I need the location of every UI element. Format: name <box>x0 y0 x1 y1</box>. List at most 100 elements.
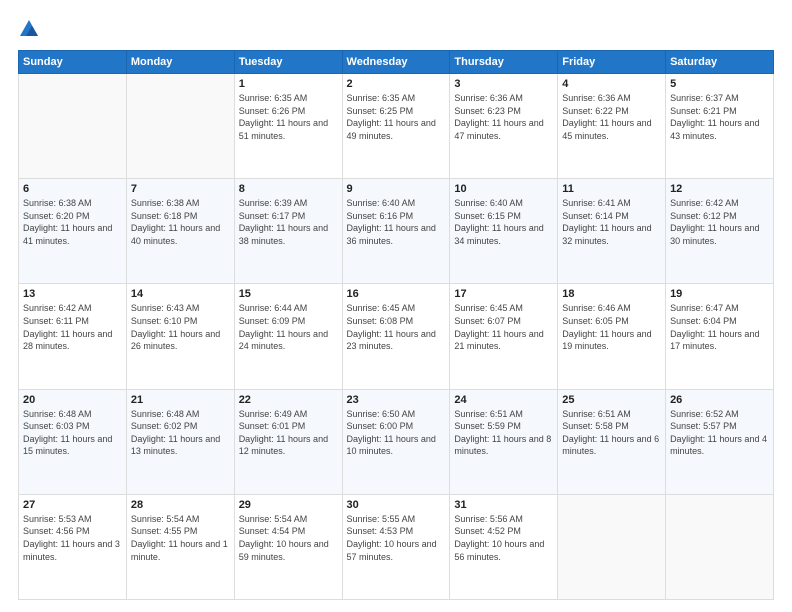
day-info: Sunrise: 6:44 AMSunset: 6:09 PMDaylight:… <box>239 302 338 352</box>
day-number: 11 <box>562 183 661 195</box>
day-info: Sunrise: 6:41 AMSunset: 6:14 PMDaylight:… <box>562 197 661 247</box>
day-number: 2 <box>347 78 446 90</box>
page: Sunday Monday Tuesday Wednesday Thursday… <box>0 0 792 612</box>
day-number: 31 <box>454 499 553 511</box>
calendar-cell: 27 Sunrise: 5:53 AMSunset: 4:56 PMDayligh… <box>19 494 127 599</box>
day-number: 12 <box>670 183 769 195</box>
calendar-body: 1 Sunrise: 6:35 AMSunset: 6:26 PMDaylight… <box>19 74 774 600</box>
day-number: 16 <box>347 288 446 300</box>
calendar-cell: 15 Sunrise: 6:44 AMSunset: 6:09 PMDayligh… <box>234 284 342 389</box>
col-friday: Friday <box>558 51 666 74</box>
calendar-cell: 14Sunrise: 6:43 AMSunset: 6:10 PMDayligh… <box>126 284 234 389</box>
calendar-cell: 20 Sunrise: 6:48 AMSunset: 6:03 PMDayligh… <box>19 389 127 494</box>
day-info: Sunrise: 6:35 AMSunset: 6:25 PMDaylight:… <box>347 92 446 142</box>
calendar-cell: 22 Sunrise: 6:49 AMSunset: 6:01 PMDayligh… <box>234 389 342 494</box>
calendar-cell: 11 Sunrise: 6:41 AMSunset: 6:14 PMDayligh… <box>558 179 666 284</box>
day-number: 25 <box>562 394 661 406</box>
calendar-cell: 8Sunrise: 6:39 AMSunset: 6:17 PMDaylight… <box>234 179 342 284</box>
calendar-cell: 18 Sunrise: 6:46 AMSunset: 6:05 PMDayligh… <box>558 284 666 389</box>
day-info: Sunrise: 5:54 AMSunset: 4:55 PMDaylight:… <box>131 513 230 563</box>
day-info: Sunrise: 6:37 AMSunset: 6:21 PMDaylight:… <box>670 92 769 142</box>
day-number: 9 <box>347 183 446 195</box>
calendar-cell: 16 Sunrise: 6:45 AMSunset: 6:08 PMDayligh… <box>342 284 450 389</box>
day-number: 18 <box>562 288 661 300</box>
header-row: Sunday Monday Tuesday Wednesday Thursday… <box>19 51 774 74</box>
day-number: 4 <box>562 78 661 90</box>
col-wednesday: Wednesday <box>342 51 450 74</box>
calendar-cell: 21Sunrise: 6:48 AMSunset: 6:02 PMDayligh… <box>126 389 234 494</box>
calendar-cell: 17Sunrise: 6:45 AMSunset: 6:07 PMDayligh… <box>450 284 558 389</box>
day-info: Sunrise: 6:48 AMSunset: 6:03 PMDaylight:… <box>23 408 122 458</box>
calendar-week-1: 1 Sunrise: 6:35 AMSunset: 6:26 PMDaylight… <box>19 74 774 179</box>
day-number: 28 <box>131 499 230 511</box>
day-info: Sunrise: 6:50 AMSunset: 6:00 PMDaylight:… <box>347 408 446 458</box>
day-number: 1 <box>239 78 338 90</box>
day-info: Sunrise: 5:55 AMSunset: 4:53 PMDaylight:… <box>347 513 446 563</box>
col-saturday: Saturday <box>666 51 774 74</box>
day-info: Sunrise: 6:42 AMSunset: 6:11 PMDaylight:… <box>23 302 122 352</box>
calendar-cell <box>666 494 774 599</box>
day-info: Sunrise: 6:52 AMSunset: 5:57 PMDaylight:… <box>670 408 769 458</box>
day-info: Sunrise: 6:38 AMSunset: 6:20 PMDaylight:… <box>23 197 122 247</box>
day-info: Sunrise: 5:54 AMSunset: 4:54 PMDaylight:… <box>239 513 338 563</box>
day-info: Sunrise: 6:51 AMSunset: 5:59 PMDaylight:… <box>454 408 553 458</box>
day-number: 24 <box>454 394 553 406</box>
calendar-cell <box>126 74 234 179</box>
calendar-cell: 12 Sunrise: 6:42 AMSunset: 6:12 PMDayligh… <box>666 179 774 284</box>
logo <box>18 18 44 40</box>
calendar-cell: 24 Sunrise: 6:51 AMSunset: 5:59 PMDayligh… <box>450 389 558 494</box>
calendar-cell: 3 Sunrise: 6:36 AMSunset: 6:23 PMDaylight… <box>450 74 558 179</box>
calendar-cell: 25 Sunrise: 6:51 AMSunset: 5:58 PMDayligh… <box>558 389 666 494</box>
day-info: Sunrise: 5:56 AMSunset: 4:52 PMDaylight:… <box>454 513 553 563</box>
day-info: Sunrise: 6:38 AMSunset: 6:18 PMDaylight:… <box>131 197 230 247</box>
day-info: Sunrise: 6:42 AMSunset: 6:12 PMDaylight:… <box>670 197 769 247</box>
day-info: Sunrise: 6:46 AMSunset: 6:05 PMDaylight:… <box>562 302 661 352</box>
day-number: 22 <box>239 394 338 406</box>
day-number: 3 <box>454 78 553 90</box>
calendar-cell: 10 Sunrise: 6:40 AMSunset: 6:15 PMDayligh… <box>450 179 558 284</box>
day-info: Sunrise: 6:36 AMSunset: 6:23 PMDaylight:… <box>454 92 553 142</box>
day-number: 15 <box>239 288 338 300</box>
calendar-cell: 6 Sunrise: 6:38 AMSunset: 6:20 PMDaylight… <box>19 179 127 284</box>
day-number: 19 <box>670 288 769 300</box>
calendar-cell: 28 Sunrise: 5:54 AMSunset: 4:55 PMDayligh… <box>126 494 234 599</box>
calendar-header: Sunday Monday Tuesday Wednesday Thursday… <box>19 51 774 74</box>
calendar-cell: 26 Sunrise: 6:52 AMSunset: 5:57 PMDayligh… <box>666 389 774 494</box>
day-number: 27 <box>23 499 122 511</box>
day-info: Sunrise: 6:47 AMSunset: 6:04 PMDaylight:… <box>670 302 769 352</box>
day-info: Sunrise: 6:40 AMSunset: 6:16 PMDaylight:… <box>347 197 446 247</box>
calendar-cell <box>19 74 127 179</box>
day-number: 26 <box>670 394 769 406</box>
day-number: 21 <box>131 394 230 406</box>
col-thursday: Thursday <box>450 51 558 74</box>
day-number: 10 <box>454 183 553 195</box>
day-info: Sunrise: 6:39 AMSunset: 6:17 PMDaylight:… <box>239 197 338 247</box>
day-info: Sunrise: 6:35 AMSunset: 6:26 PMDaylight:… <box>239 92 338 142</box>
calendar-cell: 7 Sunrise: 6:38 AMSunset: 6:18 PMDaylight… <box>126 179 234 284</box>
calendar-cell: 5Sunrise: 6:37 AMSunset: 6:21 PMDaylight… <box>666 74 774 179</box>
calendar-cell: 29 Sunrise: 5:54 AMSunset: 4:54 PMDayligh… <box>234 494 342 599</box>
day-number: 29 <box>239 499 338 511</box>
day-info: Sunrise: 6:36 AMSunset: 6:22 PMDaylight:… <box>562 92 661 142</box>
calendar-cell: 1 Sunrise: 6:35 AMSunset: 6:26 PMDaylight… <box>234 74 342 179</box>
day-info: Sunrise: 5:53 AMSunset: 4:56 PMDaylight:… <box>23 513 122 563</box>
day-info: Sunrise: 6:40 AMSunset: 6:15 PMDaylight:… <box>454 197 553 247</box>
day-info: Sunrise: 6:51 AMSunset: 5:58 PMDaylight:… <box>562 408 661 458</box>
day-info: Sunrise: 6:49 AMSunset: 6:01 PMDaylight:… <box>239 408 338 458</box>
header <box>18 18 774 40</box>
day-info: Sunrise: 6:45 AMSunset: 6:08 PMDaylight:… <box>347 302 446 352</box>
col-sunday: Sunday <box>19 51 127 74</box>
day-number: 6 <box>23 183 122 195</box>
day-number: 7 <box>131 183 230 195</box>
calendar-cell: 31 Sunrise: 5:56 AMSunset: 4:52 PMDayligh… <box>450 494 558 599</box>
calendar-cell: 23Sunrise: 6:50 AMSunset: 6:00 PMDayligh… <box>342 389 450 494</box>
day-info: Sunrise: 6:43 AMSunset: 6:10 PMDaylight:… <box>131 302 230 352</box>
col-tuesday: Tuesday <box>234 51 342 74</box>
calendar-week-4: 20 Sunrise: 6:48 AMSunset: 6:03 PMDayligh… <box>19 389 774 494</box>
day-number: 30 <box>347 499 446 511</box>
col-monday: Monday <box>126 51 234 74</box>
day-number: 13 <box>23 288 122 300</box>
day-number: 20 <box>23 394 122 406</box>
day-number: 17 <box>454 288 553 300</box>
calendar-cell: 2 Sunrise: 6:35 AMSunset: 6:25 PMDaylight… <box>342 74 450 179</box>
